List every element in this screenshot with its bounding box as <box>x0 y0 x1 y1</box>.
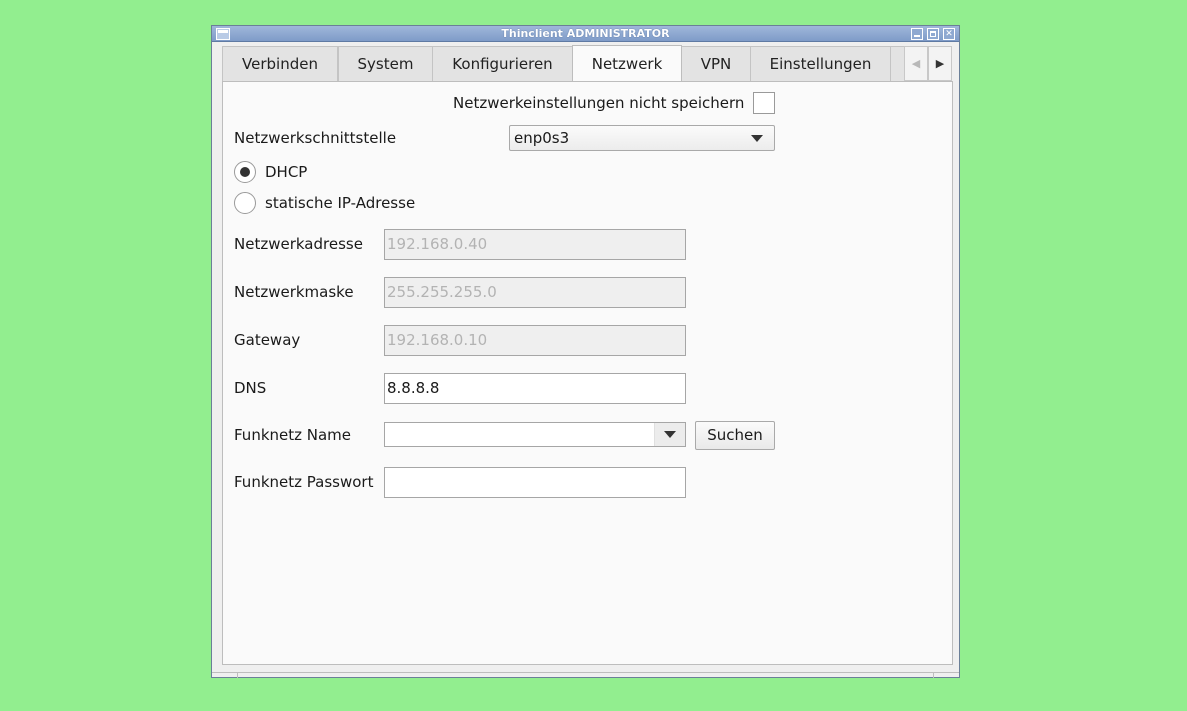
no-save-checkbox[interactable] <box>753 92 775 114</box>
tab-einstellungen[interactable]: Einstellungen <box>750 46 891 81</box>
dhcp-radio[interactable] <box>234 161 256 183</box>
wifi-name-combo[interactable] <box>384 422 686 447</box>
interface-label: Netzwerkschnittstelle <box>234 129 397 147</box>
dns-label: DNS <box>234 379 267 397</box>
interface-value: enp0s3 <box>514 129 570 147</box>
wifi-password-label: Funknetz Passwort <box>234 473 374 491</box>
tab-bar: Verbinden System Konfigurieren Netzwerk … <box>222 45 953 82</box>
chevron-right-icon[interactable]: ▶ <box>928 46 952 81</box>
dns-field[interactable]: 8.8.8.8 <box>384 373 686 404</box>
window-title: Thinclient ADMINISTRATOR <box>501 27 670 40</box>
app-window: Thinclient ADMINISTRATOR ✕ Verbinden Sys… <box>211 25 960 678</box>
wifi-password-field[interactable] <box>384 467 686 498</box>
gateway-label: Gateway <box>234 331 301 349</box>
static-ip-radio[interactable] <box>234 192 256 214</box>
tab-netzwerk[interactable]: Netzwerk <box>572 45 682 81</box>
dhcp-label: DHCP <box>265 163 308 181</box>
gateway-field[interactable]: 192.168.0.10 <box>384 325 686 356</box>
no-save-label: Netzwerkeinstellungen nicht speichern <box>453 94 745 112</box>
interface-select[interactable]: enp0s3 <box>509 125 775 151</box>
netmask-label: Netzwerkmaske <box>234 283 354 301</box>
tab-konfigurieren[interactable]: Konfigurieren <box>432 46 573 81</box>
close-icon[interactable]: ✕ <box>943 28 955 40</box>
title-bar[interactable]: Thinclient ADMINISTRATOR ✕ <box>212 26 959 42</box>
minimize-icon[interactable] <box>911 28 923 40</box>
tab-vpn[interactable]: VPN <box>681 46 751 81</box>
tab-verbinden[interactable]: Verbinden <box>222 46 338 81</box>
address-label: Netzwerkadresse <box>234 235 363 253</box>
network-panel: Netzwerkeinstellungen nicht speichern Ne… <box>222 81 953 665</box>
address-field[interactable]: 192.168.0.40 <box>384 229 686 260</box>
netmask-field[interactable]: 255.255.255.0 <box>384 277 686 308</box>
maximize-icon[interactable] <box>927 28 939 40</box>
chevron-left-icon[interactable]: ◀ <box>904 46 928 81</box>
search-button[interactable]: Suchen <box>695 421 775 450</box>
static-ip-label: statische IP-Adresse <box>265 194 416 212</box>
chevron-down-icon <box>664 431 676 438</box>
wifi-name-label: Funknetz Name <box>234 426 352 444</box>
chevron-down-icon <box>751 135 763 142</box>
status-strip <box>212 672 959 678</box>
tab-system[interactable]: System <box>338 46 433 81</box>
wifi-name-dropdown[interactable] <box>654 423 685 446</box>
